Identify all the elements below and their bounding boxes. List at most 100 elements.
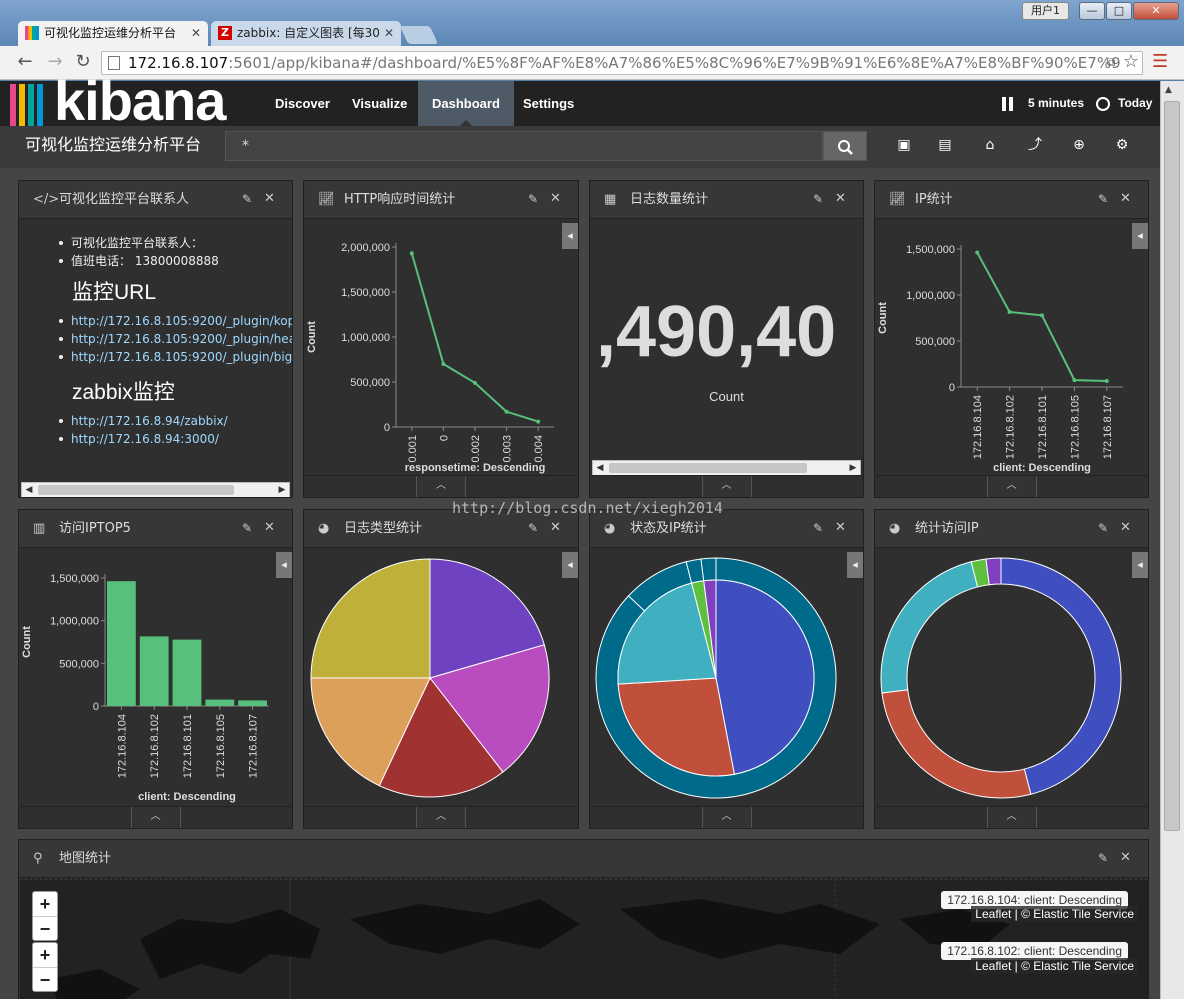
url-link[interactable]: http://172.16.8.105:9200/_plugin/head/	[19, 330, 292, 348]
close-window-button[interactable]: ✕	[1133, 2, 1179, 20]
close-icon[interactable]: ✕	[1120, 520, 1132, 536]
close-icon[interactable]: ✕	[384, 21, 394, 45]
nav-settings[interactable]: Settings	[509, 81, 588, 126]
zabbix-link[interactable]: http://172.16.8.94:3000/	[19, 430, 292, 448]
close-icon[interactable]: ✕	[550, 520, 562, 536]
pencil-icon[interactable]: ✎	[242, 520, 256, 536]
chevron-up-icon[interactable]: ︿	[701, 807, 752, 828]
nav-dashboard[interactable]: Dashboard	[418, 81, 514, 126]
horizontal-scrollbar[interactable]: ◀ ▶	[592, 460, 861, 476]
nav-discover[interactable]: Discover	[261, 81, 344, 126]
scroll-thumb[interactable]	[38, 485, 234, 495]
browser-window: 可视化监控运维分析平台 ✕ Z zabbix: 自定义图表 [每30 ✕ 用户1…	[0, 0, 1184, 999]
close-icon[interactable]: ✕	[835, 520, 847, 536]
add-panel-icon[interactable]: ⊕	[1070, 136, 1088, 154]
tab-zabbix[interactable]: Z zabbix: 自定义图表 [每30 ✕	[211, 21, 401, 46]
log-types-chart	[310, 558, 550, 798]
translate-icon[interactable]: ⧉	[1100, 52, 1122, 74]
chevron-up-icon[interactable]: ︿	[986, 476, 1037, 497]
pencil-icon[interactable]: ✎	[813, 520, 827, 536]
map-attribution[interactable]: Leaflet | © Elastic Tile Service	[971, 958, 1138, 974]
close-icon[interactable]: ✕	[835, 191, 847, 207]
scroll-left-icon[interactable]: ◀	[22, 483, 36, 497]
pencil-icon[interactable]: ✎	[813, 191, 827, 207]
y-tick-label: 500,000	[915, 336, 955, 348]
panel-footer: ︿	[304, 475, 578, 497]
chevron-left-icon[interactable]: ◂	[276, 552, 292, 578]
tab-kibana[interactable]: 可视化监控运维分析平台 ✕	[18, 21, 208, 46]
close-icon[interactable]: ✕	[1120, 191, 1132, 207]
chevron-left-icon[interactable]: ◂	[1132, 223, 1148, 249]
new-tab-button[interactable]	[399, 26, 439, 44]
pencil-icon[interactable]: ✎	[528, 520, 542, 536]
watermark: http://blog.csdn.net/xiegh2014	[452, 499, 723, 517]
pencil-icon[interactable]: ✎	[1098, 520, 1112, 536]
kibana-navbar: kibana Discover Visualize Dashboard Sett…	[0, 69, 1160, 132]
pencil-icon[interactable]: ✎	[242, 191, 256, 207]
panel-title: 可视化监控平台联系人	[59, 192, 190, 207]
bar	[205, 699, 235, 706]
map-attribution[interactable]: Leaflet | © Elastic Tile Service	[971, 906, 1138, 922]
zoom-in-button[interactable]: +	[33, 892, 57, 917]
pause-icon[interactable]	[1001, 97, 1015, 111]
pie-chart-icon: ◕	[604, 521, 616, 536]
search-button[interactable]	[823, 131, 867, 161]
minimize-button[interactable]: —	[1079, 2, 1105, 20]
scroll-right-icon[interactable]: ▶	[846, 461, 860, 475]
bookmark-star-icon[interactable]: ☆	[1120, 52, 1142, 74]
share-icon[interactable]: ⤴	[1026, 136, 1044, 154]
close-icon[interactable]: ✕	[264, 191, 276, 207]
menu-icon[interactable]: ☰	[1152, 52, 1168, 72]
search-input[interactable]: *	[225, 131, 823, 161]
chevron-up-icon[interactable]: ︿	[701, 476, 752, 497]
user-badge[interactable]: 用户1	[1022, 2, 1069, 20]
chevron-left-icon[interactable]: ◂	[847, 552, 863, 578]
url-link[interactable]: http://172.16.8.105:9200/_plugin/kopf/#!…	[19, 312, 292, 330]
chevron-up-icon[interactable]: ︿	[986, 807, 1037, 828]
x-tick-label: 172.16.8.102	[1005, 395, 1017, 459]
close-icon[interactable]: ✕	[1120, 850, 1132, 866]
close-icon[interactable]: ✕	[191, 21, 201, 45]
scroll-right-icon[interactable]: ▶	[275, 483, 289, 497]
chevron-left-icon[interactable]: ◂	[1132, 552, 1148, 578]
zoom-out-button[interactable]: −	[33, 917, 57, 942]
pie-slice	[881, 689, 1032, 799]
pencil-icon[interactable]: ✎	[1098, 850, 1112, 866]
refresh-interval[interactable]: 5 minutes	[1028, 81, 1084, 126]
scroll-thumb[interactable]	[1164, 101, 1180, 831]
scroll-thumb[interactable]	[609, 463, 807, 473]
save-icon[interactable]: ▤	[936, 136, 954, 154]
vertical-scrollbar[interactable]: ▲	[1160, 81, 1184, 999]
zabbix-link[interactable]: http://172.16.8.94/zabbix/	[19, 412, 292, 430]
time-range[interactable]: Today	[1118, 81, 1152, 126]
url-link[interactable]: http://172.16.8.105:9200/_plugin/bigdesk…	[19, 348, 292, 366]
chevron-left-icon[interactable]: ◂	[562, 223, 578, 249]
panel-title: IP统计	[915, 192, 953, 207]
code-icon: </>	[33, 192, 60, 207]
scroll-up-icon[interactable]: ▲	[1165, 85, 1172, 95]
new-dashboard-icon[interactable]: ▣	[895, 136, 913, 154]
pencil-icon[interactable]: ✎	[528, 191, 542, 207]
close-icon[interactable]: ✕	[550, 191, 562, 207]
scroll-left-icon[interactable]: ◀	[593, 461, 607, 475]
chevron-up-icon[interactable]: ︿	[416, 807, 466, 828]
zoom-control: + −	[32, 891, 58, 941]
chevron-up-icon[interactable]: ︿	[130, 807, 181, 828]
maximize-button[interactable]: □	[1106, 2, 1132, 20]
open-folder-icon[interactable]: ⌂	[981, 136, 999, 154]
pencil-icon[interactable]: ✎	[1098, 191, 1112, 207]
clock-icon[interactable]	[1096, 97, 1110, 111]
y-tick-label: 0	[93, 701, 99, 713]
url-input[interactable]: 172.16.8.107:5601/app/kibana#/dashboard/…	[101, 51, 1143, 75]
horizontal-scrollbar[interactable]: ◀ ▶	[21, 482, 290, 497]
close-icon[interactable]: ✕	[264, 520, 276, 536]
y-tick-label: 1,500,000	[50, 573, 99, 585]
back-icon[interactable]: ←	[14, 52, 36, 74]
chevron-up-icon[interactable]: ︿	[416, 476, 466, 497]
zoom-out-button[interactable]: −	[33, 968, 57, 993]
map-canvas[interactable]: + − + − 172.16.8.104: client: Descending…	[20, 879, 1148, 999]
chevron-left-icon[interactable]: ◂	[562, 552, 578, 578]
gear-icon[interactable]: ⚙	[1113, 136, 1131, 154]
zoom-in-button[interactable]: +	[33, 943, 57, 968]
nav-visualize[interactable]: Visualize	[338, 81, 421, 126]
